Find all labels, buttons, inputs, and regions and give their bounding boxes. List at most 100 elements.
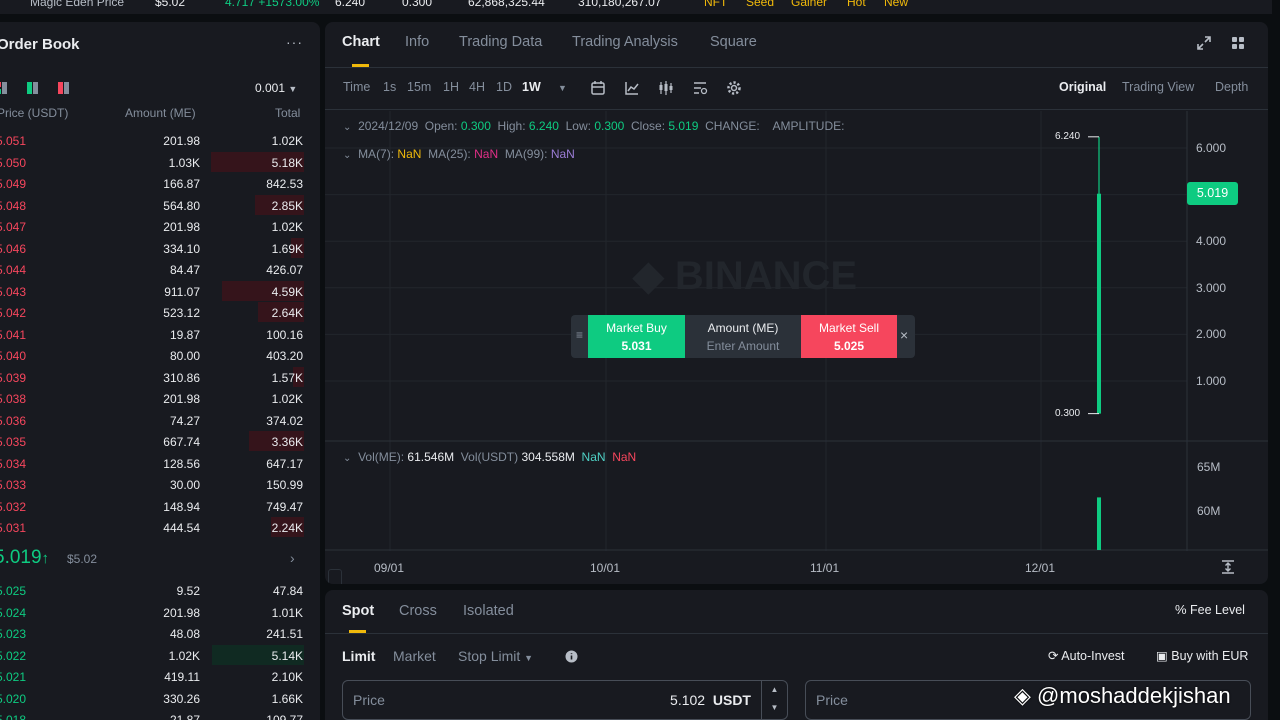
auto-invest-link[interactable]: ⟳ Auto-Invest: [1048, 648, 1125, 663]
order-book-row[interactable]: 5.024 201.98 1.01K: [0, 602, 320, 623]
order-book-row[interactable]: 5.047 201.98 1.02K: [0, 216, 320, 237]
cell-total: 1.57K: [271, 370, 303, 385]
up-arrow-icon: ↑: [41, 550, 50, 567]
order-book-row[interactable]: 5.048 564.80 2.85K: [0, 194, 320, 216]
chart-plot-area[interactable]: ◆ BINANCE ⌄ 2024/12/09 Open: 0.300 High:…: [325, 111, 1268, 584]
mode-both-icon[interactable]: [0, 82, 7, 94]
order-book-row[interactable]: 5.038 201.98 1.02K: [0, 388, 320, 409]
order-book-row[interactable]: 5.044 84.47 426.07: [0, 259, 320, 280]
order-book-row[interactable]: 5.025 9.52 47.84: [0, 580, 320, 601]
buy-price-input[interactable]: Price 5.102 USDT ▲ ▼: [342, 680, 788, 720]
candle-type-icon[interactable]: [658, 80, 674, 96]
interval-4h[interactable]: 4H: [469, 80, 485, 94]
order-book-row[interactable]: 5.022 1.02K 5.14K: [0, 644, 320, 666]
collapse-chevron-icon[interactable]: ⌄: [343, 150, 351, 161]
close-icon[interactable]: ×: [900, 327, 908, 343]
tag-hot[interactable]: Hot: [847, 0, 866, 9]
buy-with-eur-link[interactable]: ▣ Buy with EUR: [1156, 648, 1248, 663]
trading-page: Magic Eden Price $5.02 4.717 +1573.00% 6…: [0, 0, 1280, 720]
info-icon[interactable]: [565, 650, 578, 663]
tab-cross[interactable]: Cross: [399, 603, 437, 619]
tab-trading-analysis[interactable]: Trading Analysis: [572, 34, 678, 50]
cell-total: 2.85K: [271, 198, 303, 213]
order-book-row[interactable]: 5.049 166.87 842.53: [0, 173, 320, 194]
price-stepper[interactable]: ▲ ▼: [761, 681, 787, 719]
tag-seed[interactable]: Seed: [746, 0, 774, 9]
expand-icon[interactable]: [1197, 36, 1211, 50]
column-amount: Amount (ME): [125, 106, 196, 120]
order-book-row[interactable]: 5.040 80.00 403.20: [0, 345, 320, 366]
x-tick-label: 09/01: [374, 561, 405, 575]
market-sell-button[interactable]: Market Sell 5.025: [801, 315, 897, 358]
interval-1d[interactable]: 1D: [496, 80, 512, 94]
chevron-right-icon[interactable]: ›: [290, 550, 295, 566]
order-book-row[interactable]: 5.021 419.11 2.10K: [0, 666, 320, 687]
more-options-icon[interactable]: ···: [286, 34, 303, 50]
page-edge: [1272, 0, 1280, 720]
calendar-icon[interactable]: [590, 80, 606, 96]
order-book-row[interactable]: 5.018 21.87 109.77: [0, 709, 320, 720]
collapse-chevron-icon[interactable]: ⌄: [343, 453, 351, 464]
order-book-row[interactable]: 5.042 523.12 2.64K: [0, 302, 320, 323]
tag-gainer[interactable]: Gainer: [791, 0, 827, 9]
cell-price: 5.048: [0, 198, 27, 213]
order-book-row[interactable]: 5.039 310.86 1.57K: [0, 366, 320, 388]
order-book-row[interactable]: 5.051 201.98 1.02K: [0, 130, 320, 151]
view-original[interactable]: Original: [1059, 80, 1106, 94]
mode-bids-icon[interactable]: [27, 82, 38, 94]
interval-1w[interactable]: 1W: [522, 80, 541, 94]
order-book-row[interactable]: 5.020 330.26 1.66K: [0, 688, 320, 709]
interval-1s[interactable]: 1s: [383, 80, 396, 94]
order-book-row[interactable]: 5.036 74.27 374.02: [0, 410, 320, 431]
fee-level-link[interactable]: % Fee Level: [1175, 602, 1245, 617]
order-book-row[interactable]: 5.031 444.54 2.24K: [0, 517, 320, 538]
tag-new[interactable]: New: [884, 0, 908, 9]
collapse-chevron-icon[interactable]: ⌄: [343, 122, 351, 133]
order-book-row[interactable]: 5.033 30.00 150.99: [0, 474, 320, 495]
drag-handle-icon[interactable]: ≡: [576, 328, 583, 342]
cell-total: 47.84: [272, 584, 303, 598]
order-type-market[interactable]: Market: [393, 648, 436, 664]
tag-nft[interactable]: NFT: [704, 0, 727, 9]
fit-axis-icon[interactable]: [1221, 560, 1235, 574]
template-icon[interactable]: [692, 80, 708, 96]
tab-info[interactable]: Info: [405, 34, 429, 50]
tab-trading-data[interactable]: Trading Data: [459, 34, 542, 50]
order-book-row[interactable]: 5.032 148.94 749.47: [0, 496, 320, 517]
settings-gear-icon[interactable]: [726, 80, 742, 96]
precision-select[interactable]: 0.001 ▼: [255, 81, 297, 95]
tab-spot[interactable]: Spot: [342, 603, 374, 619]
interval-time[interactable]: Time: [343, 80, 370, 94]
order-type-stop-limit[interactable]: Stop Limit ▼: [458, 648, 533, 664]
ticker-label: Magic Eden Price: [30, 0, 125, 9]
order-book-row[interactable]: 5.050 1.03K 5.18K: [0, 151, 320, 173]
interval-15m[interactable]: 15m: [407, 80, 431, 94]
tab-isolated[interactable]: Isolated: [463, 603, 514, 619]
market-buy-button[interactable]: Market Buy 5.031: [588, 315, 685, 358]
order-book-row[interactable]: 5.043 911.07 4.59K: [0, 280, 320, 302]
interval-1h[interactable]: 1H: [443, 80, 459, 94]
tab-chart[interactable]: Chart: [342, 34, 380, 50]
stepper-up-icon[interactable]: ▲: [762, 681, 787, 699]
stepper-down-icon[interactable]: ▼: [762, 699, 787, 717]
layout-grid-icon[interactable]: [1231, 36, 1245, 50]
order-book-row[interactable]: 5.034 128.56 647.17: [0, 453, 320, 474]
mode-asks-icon[interactable]: [58, 82, 69, 94]
ohlc-legend: ⌄ 2024/12/09 Open: 0.300 High: 6.240 Low…: [343, 119, 845, 133]
view-trading-view[interactable]: Trading View: [1122, 80, 1194, 94]
interval-dropdown-icon[interactable]: ▼: [558, 83, 567, 93]
order-type-limit[interactable]: Limit: [342, 648, 375, 664]
cell-total: 3.36K: [271, 435, 303, 449]
tab-square[interactable]: Square: [710, 34, 757, 50]
cell-price: 5.034: [0, 456, 27, 471]
cell-price: 5.051: [0, 134, 27, 148]
order-book-row[interactable]: 5.046 334.10 1.69K: [0, 237, 320, 259]
order-book-row[interactable]: 5.023 48.08 241.51: [0, 623, 320, 644]
last-price-row[interactable]: 5.019↑ $5.02 ›: [0, 545, 320, 573]
indicator-icon[interactable]: [624, 80, 640, 96]
view-depth[interactable]: Depth: [1215, 80, 1248, 94]
market-amount-input[interactable]: Amount (ME) Enter Amount: [685, 315, 801, 358]
cell-amount: 911.07: [164, 284, 200, 299]
order-book-row[interactable]: 5.035 667.74 3.36K: [0, 431, 320, 452]
order-book-row[interactable]: 5.041 19.87 100.16: [0, 324, 320, 345]
